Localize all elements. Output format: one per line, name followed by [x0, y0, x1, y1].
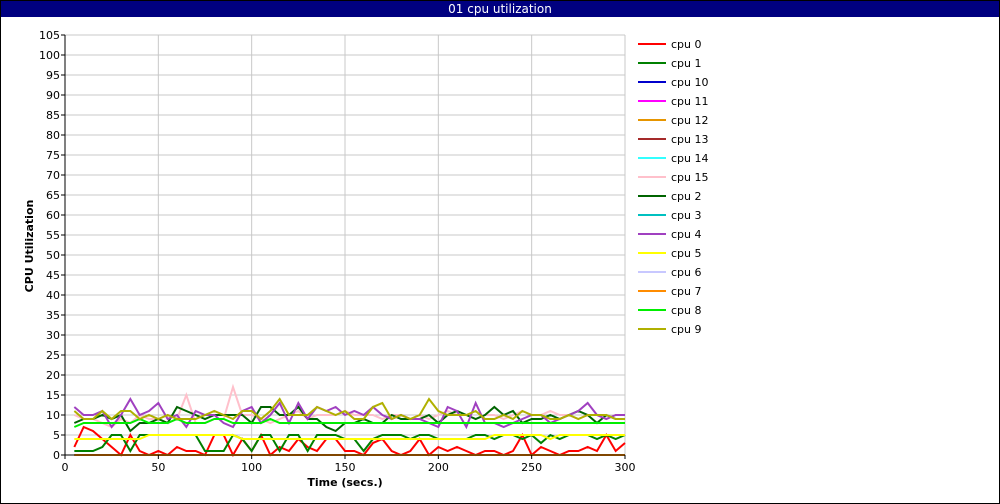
grid — [64, 34, 626, 456]
legend-label-cpu-11: cpu 11 — [671, 95, 709, 108]
x-tick-label: 50 — [151, 461, 165, 474]
y-tick-label: 25 — [46, 349, 60, 362]
y-tick-label: 20 — [46, 369, 60, 382]
y-tick-label: 95 — [46, 69, 60, 82]
y-tick-label: 50 — [46, 249, 60, 262]
legend-label-cpu-0: cpu 0 — [671, 38, 702, 51]
x-tick-label: 300 — [615, 461, 636, 474]
legend-label-cpu-4: cpu 4 — [671, 228, 702, 241]
y-tick-label: 15 — [46, 389, 60, 402]
legend-label-cpu-12: cpu 12 — [671, 114, 709, 127]
y-axis-label: CPU Utilization — [23, 200, 36, 293]
legend-label-cpu-10: cpu 10 — [671, 76, 709, 89]
legend-label-cpu-14: cpu 14 — [671, 152, 709, 165]
y-tick-label: 0 — [53, 449, 60, 462]
x-tick-label: 200 — [428, 461, 449, 474]
legend-label-cpu-13: cpu 13 — [671, 133, 709, 146]
legend-label-cpu-6: cpu 6 — [671, 266, 702, 279]
y-tick-label: 65 — [46, 189, 60, 202]
y-tick-label: 85 — [46, 109, 60, 122]
x-tick-label: 150 — [335, 461, 356, 474]
y-tick-label: 45 — [46, 269, 60, 282]
legend-label-cpu-5: cpu 5 — [671, 247, 702, 260]
y-tick-label: 35 — [46, 309, 60, 322]
y-tick-label: 60 — [46, 209, 60, 222]
y-tick-label: 80 — [46, 129, 60, 142]
y-tick-label: 30 — [46, 329, 60, 342]
x-tick-label: 0 — [62, 461, 69, 474]
legend: cpu 0 cpu 1 cpu 10 cpu 11 cpu 12 cpu 13 cpu 14… — [638, 38, 709, 336]
y-tick-label: 70 — [46, 169, 60, 182]
legend-label-cpu-3: cpu 3 — [671, 209, 702, 222]
x-tick-label: 100 — [241, 461, 262, 474]
y-tick-label: 5 — [53, 429, 60, 442]
legend-label-cpu-1: cpu 1 — [671, 57, 702, 70]
y-tick-label: 10 — [46, 409, 60, 422]
legend-label-cpu-15: cpu 15 — [671, 171, 709, 184]
legend-label-cpu-8: cpu 8 — [671, 304, 702, 317]
y-tick-label: 40 — [46, 289, 60, 302]
y-tick-label: 105 — [39, 29, 60, 42]
x-axis-label: Time (secs.) — [307, 476, 382, 489]
y-tick-label: 90 — [46, 89, 60, 102]
y-tick-label: 100 — [39, 49, 60, 62]
legend-label-cpu-9: cpu 9 — [671, 323, 702, 336]
x-tick-label: 250 — [521, 461, 542, 474]
legend-label-cpu-2: cpu 2 — [671, 190, 702, 203]
legend-label-cpu-7: cpu 7 — [671, 285, 702, 298]
y-tick-label: 75 — [46, 149, 60, 162]
y-tick-label: 55 — [46, 229, 60, 242]
cpu-chart: 0 5 10 15 20 25 30 35 40 45 50 55 60 65 70 75 80 85 90 95 10… — [23, 29, 709, 489]
